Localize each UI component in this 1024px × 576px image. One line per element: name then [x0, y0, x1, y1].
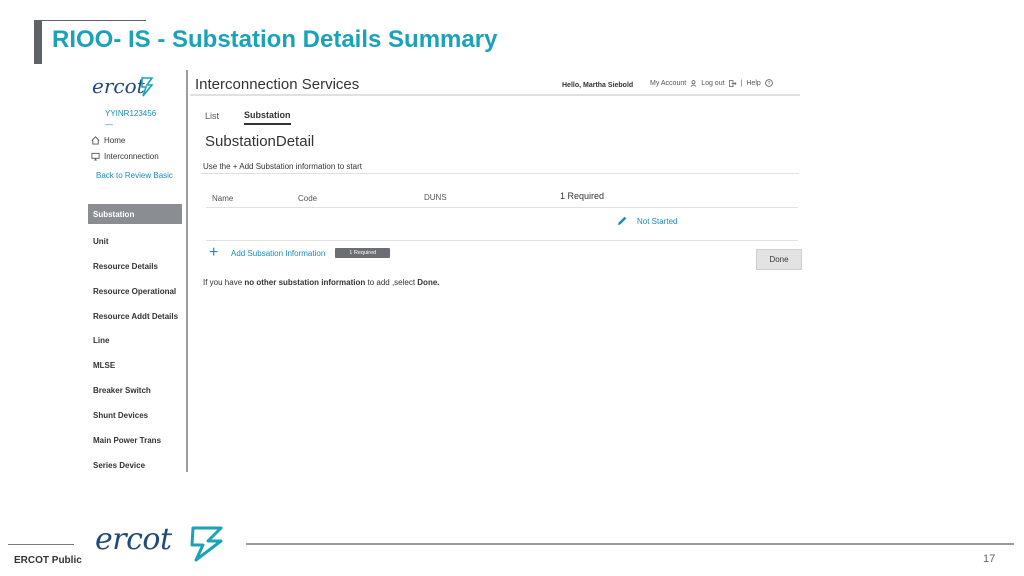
table-row: Not Started [206, 208, 798, 241]
add-substation-row[interactable]: + Add Subsation Information 1 Required [209, 245, 391, 261]
footnote-bold-text: no other substation information [244, 278, 366, 287]
user-icon [690, 79, 697, 87]
app-header: Interconnection Services Hello, Martha S… [190, 72, 800, 96]
section-title: SubstationDetail [205, 133, 315, 150]
sidebar-item-resource-details[interactable]: Resource Details [88, 254, 182, 279]
logout-icon [728, 79, 737, 87]
application-id: YYINR123456 [105, 109, 157, 118]
nav-interconnection-label: Interconnection [104, 152, 159, 161]
svg-text:?: ? [767, 81, 770, 87]
column-header-duns: DUNS [424, 193, 447, 202]
ercot-bolt-icon [141, 77, 154, 97]
user-greeting: Hello, Martha Siebold [562, 82, 634, 89]
home-icon [91, 136, 100, 145]
footer-line-right [246, 543, 1014, 545]
required-count: 1 Required [560, 191, 605, 201]
add-substation-link[interactable]: Add Subsation Information [231, 249, 325, 258]
sidebar-item-resource-addt-details[interactable]: Resource Addt Details [88, 304, 182, 329]
nav-interconnection[interactable]: Interconnection [91, 152, 159, 161]
sidebar: ercot YYINR123456 — Home Interconnection… [86, 70, 188, 472]
ercot-logo: ercot [92, 74, 145, 98]
nav-home[interactable]: Home [91, 136, 125, 145]
help-icon[interactable]: ? [764, 79, 773, 87]
pencil-edit-icon[interactable] [616, 215, 628, 227]
plus-icon[interactable]: + [209, 245, 223, 261]
footer-bolt-icon [190, 526, 223, 562]
title-accent-bar [34, 20, 42, 64]
footer-classification: ERCOT Public [14, 555, 82, 566]
sidebar-item-line[interactable]: Line [88, 328, 182, 353]
sidebar-item-series-device[interactable]: Series Device [88, 453, 182, 478]
footer-line-left [8, 544, 74, 545]
footnote: If you have no other substation informat… [203, 278, 440, 287]
tab-substation[interactable]: Substation [244, 110, 291, 125]
monitor-icon [91, 152, 100, 161]
required-badge: 1 Required [335, 248, 391, 258]
footnote-done-text: Done. [417, 278, 440, 287]
table-header: Name Code DUNS 1 Required [206, 186, 798, 208]
header-separator: | [740, 79, 743, 87]
instruction-text: Use the + Add Substation information to … [203, 162, 362, 171]
sidebar-item-shunt-devices[interactable]: Shunt Devices [88, 403, 182, 428]
footnote-text-2: to add ,select [365, 278, 418, 287]
divider [201, 173, 799, 174]
my-account-link[interactable]: My Account [650, 80, 686, 87]
sidebar-item-main-power-trans[interactable]: Main Power Trans [88, 428, 182, 453]
column-header-name: Name [212, 194, 234, 203]
column-header-code: Code [298, 194, 318, 203]
sidebar-item-resource-operational[interactable]: Resource Operational [88, 279, 182, 304]
title-accent-line [42, 20, 146, 21]
sidebar-item-substation[interactable]: Substation [88, 204, 182, 224]
nav-home-label: Home [104, 136, 126, 145]
back-to-review-basic-link[interactable]: Back to Review Basic [96, 171, 173, 180]
sidebar-item-breaker-switch[interactable]: Breaker Switch [88, 378, 182, 403]
app-name: Interconnection Services [195, 76, 360, 93]
sidebar-item-mlse[interactable]: MLSE [88, 353, 182, 378]
application-id-dash: — [105, 120, 113, 129]
account-links: My Account Log out | Help ? [650, 79, 773, 87]
status-badge: Not Started [637, 217, 678, 226]
done-button[interactable]: Done [756, 249, 802, 270]
footer-ercot-logo: ercot [95, 522, 172, 557]
tab-list[interactable]: List [205, 111, 219, 121]
help-link[interactable]: Help [746, 80, 760, 87]
page-number: 17 [983, 553, 996, 565]
logout-link[interactable]: Log out [701, 80, 724, 87]
slide-title: RIOO- IS - Substation Details Summary [52, 26, 498, 53]
footnote-text-1: If you have [203, 278, 245, 287]
sidebar-sections: Substation Unit Resource Details Resourc… [88, 204, 182, 478]
sidebar-item-unit[interactable]: Unit [88, 229, 182, 254]
